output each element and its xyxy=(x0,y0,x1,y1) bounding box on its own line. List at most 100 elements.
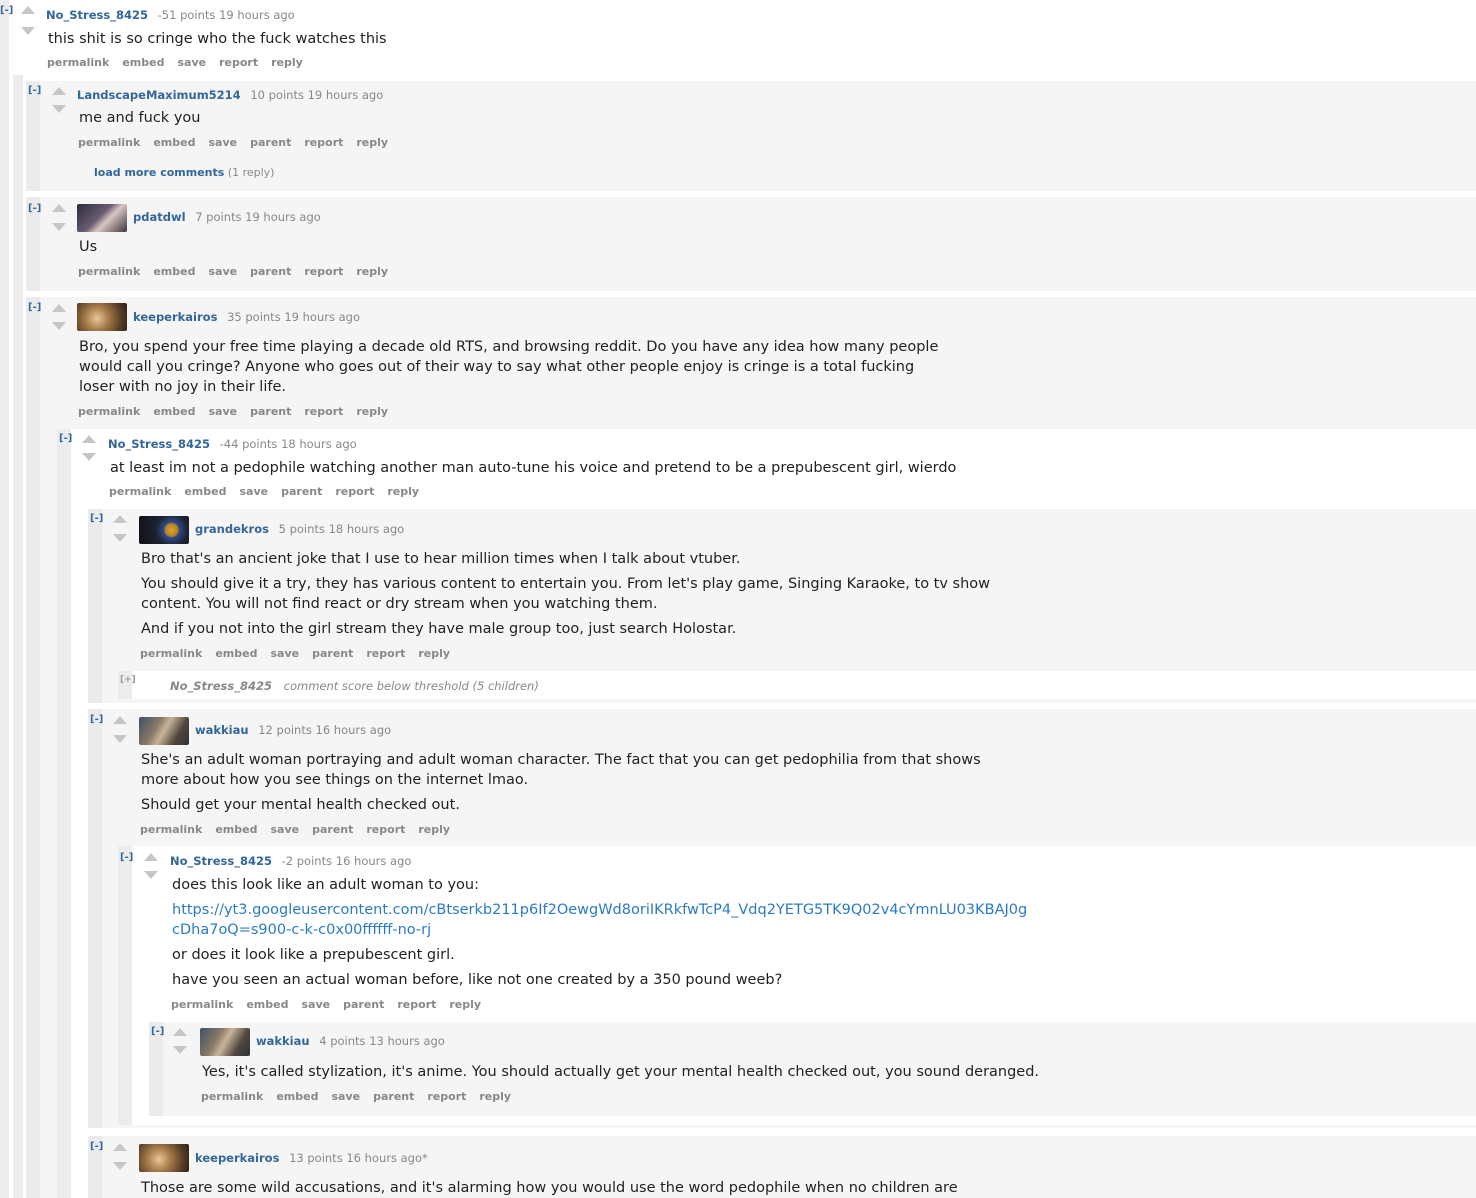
embed-button[interactable]: embed xyxy=(153,265,195,278)
author-link[interactable]: grandekros xyxy=(195,522,269,536)
save-button[interactable]: save xyxy=(239,485,268,498)
collapse-toggle[interactable]: [-] xyxy=(28,302,41,313)
image-url-link[interactable]: https://yt3.googleusercontent.com/cBtser… xyxy=(172,902,1027,918)
author-link[interactable]: pdatdwl xyxy=(133,210,186,224)
upvote-arrow-icon[interactable] xyxy=(52,204,66,212)
save-button[interactable]: save xyxy=(301,998,330,1011)
upvote-arrow-icon[interactable] xyxy=(144,853,158,861)
permalink-button[interactable]: permalink xyxy=(140,647,202,660)
user-avatar[interactable] xyxy=(77,204,127,232)
collapse-toggle[interactable]: [-] xyxy=(90,714,103,725)
embed-button[interactable]: embed xyxy=(215,823,257,836)
user-avatar[interactable] xyxy=(139,717,189,745)
user-avatar[interactable] xyxy=(139,516,189,544)
upvote-arrow-icon[interactable] xyxy=(113,515,127,523)
author-link[interactable]: No_Stress_8425 xyxy=(46,8,148,22)
embed-button[interactable]: embed xyxy=(215,647,257,660)
parent-button[interactable]: parent xyxy=(250,265,291,278)
downvote-arrow-icon[interactable] xyxy=(21,27,35,35)
permalink-button[interactable]: permalink xyxy=(201,1090,263,1103)
report-button[interactable]: report xyxy=(304,265,343,278)
load-more-link[interactable]: load more comments xyxy=(94,166,224,179)
upvote-arrow-icon[interactable] xyxy=(52,304,66,312)
embed-button[interactable]: embed xyxy=(184,485,226,498)
author-link[interactable]: No_Stress_8425 xyxy=(170,854,272,868)
downvote-arrow-icon[interactable] xyxy=(52,105,66,113)
image-url-link[interactable]: cDha7oQ=s900-c-k-c0x00ffffff-no-rj xyxy=(172,922,431,938)
author-link[interactable]: keeperkairos xyxy=(195,1151,279,1165)
parent-button[interactable]: parent xyxy=(373,1090,414,1103)
permalink-button[interactable]: permalink xyxy=(140,823,202,836)
parent-button[interactable]: parent xyxy=(312,647,353,660)
user-avatar[interactable] xyxy=(77,303,127,331)
parent-button[interactable]: parent xyxy=(343,998,384,1011)
save-button[interactable]: save xyxy=(270,647,299,660)
collapse-toggle[interactable]: [-] xyxy=(0,5,13,16)
collapse-toggle[interactable]: [-] xyxy=(90,513,103,524)
collapse-toggle[interactable]: [-] xyxy=(28,203,41,214)
reply-button[interactable]: reply xyxy=(271,56,303,69)
report-button[interactable]: report xyxy=(335,485,374,498)
save-button[interactable]: save xyxy=(208,405,237,418)
downvote-arrow-icon[interactable] xyxy=(52,223,66,231)
load-more-comments[interactable]: load more comments (1 reply) xyxy=(94,166,274,179)
collapse-toggle[interactable]: [-] xyxy=(28,85,41,96)
embed-button[interactable]: embed xyxy=(122,56,164,69)
save-button[interactable]: save xyxy=(270,823,299,836)
downvote-arrow-icon[interactable] xyxy=(52,322,66,330)
reply-button[interactable]: reply xyxy=(418,823,450,836)
embed-button[interactable]: embed xyxy=(276,1090,318,1103)
expand-toggle[interactable]: [+] xyxy=(120,675,136,685)
save-button[interactable]: save xyxy=(208,265,237,278)
permalink-button[interactable]: permalink xyxy=(47,56,109,69)
report-button[interactable]: report xyxy=(366,647,405,660)
downvote-arrow-icon[interactable] xyxy=(82,453,96,461)
user-avatar[interactable] xyxy=(139,1144,189,1172)
permalink-button[interactable]: permalink xyxy=(171,998,233,1011)
parent-button[interactable]: parent xyxy=(250,405,291,418)
parent-button[interactable]: parent xyxy=(281,485,322,498)
embed-button[interactable]: embed xyxy=(246,998,288,1011)
collapse-toggle[interactable]: [-] xyxy=(90,1141,103,1152)
downvote-arrow-icon[interactable] xyxy=(113,534,127,542)
user-avatar[interactable] xyxy=(200,1028,250,1056)
author-link[interactable]: wakkiau xyxy=(195,723,249,737)
permalink-button[interactable]: permalink xyxy=(78,265,140,278)
upvote-arrow-icon[interactable] xyxy=(82,435,96,443)
report-button[interactable]: report xyxy=(219,56,258,69)
reply-button[interactable]: reply xyxy=(356,405,388,418)
collapse-toggle[interactable]: [-] xyxy=(120,852,133,863)
report-button[interactable]: report xyxy=(304,405,343,418)
downvote-arrow-icon[interactable] xyxy=(173,1046,187,1054)
save-button[interactable]: save xyxy=(208,136,237,149)
save-button[interactable]: save xyxy=(177,56,206,69)
reply-button[interactable]: reply xyxy=(356,136,388,149)
permalink-button[interactable]: permalink xyxy=(109,485,171,498)
downvote-arrow-icon[interactable] xyxy=(113,735,127,743)
upvote-arrow-icon[interactable] xyxy=(113,1143,127,1151)
report-button[interactable]: report xyxy=(427,1090,466,1103)
upvote-arrow-icon[interactable] xyxy=(113,716,127,724)
author-link[interactable]: No_Stress_8425 xyxy=(170,679,272,693)
author-link[interactable]: LandscapeMaximum5214 xyxy=(77,88,241,102)
save-button[interactable]: save xyxy=(331,1090,360,1103)
report-button[interactable]: report xyxy=(397,998,436,1011)
downvote-arrow-icon[interactable] xyxy=(113,1162,127,1170)
report-button[interactable]: report xyxy=(366,823,405,836)
reply-button[interactable]: reply xyxy=(449,998,481,1011)
collapse-toggle[interactable]: [-] xyxy=(59,433,72,444)
permalink-button[interactable]: permalink xyxy=(78,405,140,418)
upvote-arrow-icon[interactable] xyxy=(52,87,66,95)
embed-button[interactable]: embed xyxy=(153,405,195,418)
upvote-arrow-icon[interactable] xyxy=(173,1028,187,1036)
reply-button[interactable]: reply xyxy=(418,647,450,660)
reply-button[interactable]: reply xyxy=(479,1090,511,1103)
downvote-arrow-icon[interactable] xyxy=(144,871,158,879)
report-button[interactable]: report xyxy=(304,136,343,149)
permalink-button[interactable]: permalink xyxy=(78,136,140,149)
upvote-arrow-icon[interactable] xyxy=(21,6,35,14)
author-link[interactable]: keeperkairos xyxy=(133,310,217,324)
embed-button[interactable]: embed xyxy=(153,136,195,149)
parent-button[interactable]: parent xyxy=(250,136,291,149)
author-link[interactable]: wakkiau xyxy=(256,1034,310,1048)
